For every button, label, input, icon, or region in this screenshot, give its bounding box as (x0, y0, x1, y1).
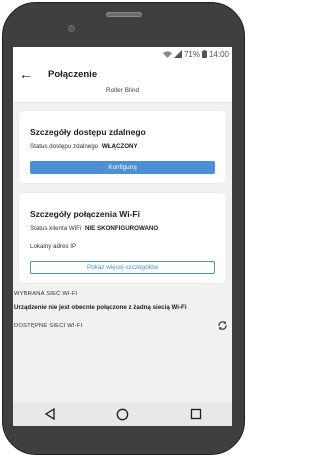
remote-access-status-label: Status dostępu zdalnego (30, 143, 99, 150)
speaker-grille (106, 12, 142, 17)
remote-access-status-value: WŁĄCZONY (101, 143, 138, 150)
available-networks-header: DOSTĘPNE SIECI WI-FI (13, 311, 232, 331)
remote-access-card: Szczegóły dostępu zdalnego Status dostęp… (19, 111, 226, 183)
clock: 14:00 (208, 49, 229, 59)
status-bar: 71% 14:00 (13, 47, 232, 61)
selected-network-label: WYBRANA SIEĆ WI-FI (14, 291, 78, 297)
signal-icon (173, 50, 182, 58)
device-name: Roller Blind (13, 87, 232, 103)
app-screen: 71% 14:00 ← Połączenie Roller Blind Szcz… (13, 47, 232, 402)
front-camera (68, 25, 75, 32)
available-networks-label: DOSTĘPNE SIECI WI-FI (14, 322, 83, 329)
show-more-details-button[interactable]: Pokaż więcej szczegółów (30, 261, 215, 274)
page-title: Połączenie (48, 68, 98, 80)
wifi-client-status-label: Status klienta WiFi (30, 225, 82, 232)
local-ip-label: Lokalny adres IP (30, 243, 77, 250)
remote-access-title: Szczegóły dostępu zdalnego (30, 127, 146, 137)
selected-network-text: Urządzenie nie jest obecnie połączone z … (14, 304, 187, 311)
wifi-details-card: Szczegóły połączenia Wi-Fi Status klient… (19, 193, 226, 283)
arrow-left-icon[interactable]: ← (19, 67, 39, 81)
configure-button[interactable]: Konfiguruj (30, 161, 215, 174)
home-circle-icon[interactable] (111, 405, 135, 423)
wifi-details-title: Szczegóły połączenia Wi-Fi (30, 209, 140, 219)
refresh-icon[interactable] (217, 320, 228, 331)
remote-access-status: Status dostępu zdalnego WŁĄCZONY (30, 143, 215, 150)
recents-square-icon[interactable] (184, 405, 208, 423)
battery-icon (201, 50, 207, 58)
wifi-client-status-value: NIE SKONFIGUROWANO (84, 225, 159, 232)
battery-percent: 71% (183, 49, 200, 59)
app-bar: ← Połączenie (13, 61, 232, 87)
wifi-client-status: Status klienta WiFi NIE SKONFIGUROWANO (30, 225, 215, 232)
back-triangle-icon[interactable] (38, 405, 62, 423)
wifi-icon (162, 50, 172, 58)
system-nav-bar (13, 402, 232, 426)
